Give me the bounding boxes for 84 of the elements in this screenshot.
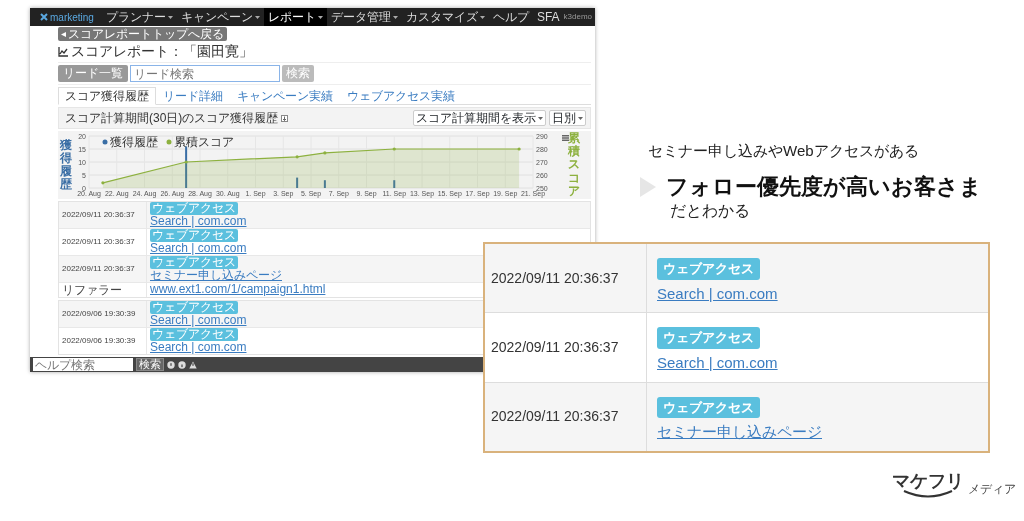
bar bbox=[323, 180, 326, 188]
table-cell: 2022/09/11 20:36:37 bbox=[59, 202, 147, 228]
legend-marker[interactable] bbox=[166, 139, 172, 145]
table-cell: 2022/09/06 19:30:39 bbox=[59, 301, 147, 327]
nav-menu-item[interactable]: レポート bbox=[263, 8, 327, 26]
headline-text: フォロー優先度が高いお客さま bbox=[666, 174, 982, 199]
menu-icon[interactable] bbox=[562, 135, 569, 141]
bar bbox=[296, 177, 299, 188]
caret-icon bbox=[392, 15, 398, 19]
search-field[interactable]: リード検索 bbox=[130, 65, 280, 82]
nav-menu-item[interactable]: SFA bbox=[532, 8, 564, 26]
link[interactable]: Search | com.com bbox=[657, 351, 778, 375]
table-cell: 2022/09/11 20:36:37 bbox=[485, 313, 647, 382]
data-point bbox=[184, 160, 188, 164]
back-link[interactable]: スコアレポートトップへ戻る bbox=[58, 27, 227, 41]
nav-menu-item[interactable]: プランナー bbox=[101, 8, 177, 26]
link[interactable]: www.ext1.com/1/campaign1.html bbox=[150, 283, 326, 296]
y-axis-label: 獲得履歴 bbox=[60, 138, 72, 192]
link[interactable]: Search | com.com bbox=[150, 215, 247, 228]
bar bbox=[185, 146, 188, 188]
link[interactable]: Search | com.com bbox=[150, 341, 247, 354]
tag: ウェブアクセス bbox=[150, 229, 238, 242]
table-cell: 2022/09/11 20:36:37 bbox=[485, 382, 647, 451]
section-title: スコア計算期間(30日)のスコア獲得履歴 bbox=[65, 110, 279, 127]
warning-icon[interactable] bbox=[189, 360, 197, 369]
chart-icon bbox=[58, 46, 68, 57]
caret-icon bbox=[254, 15, 260, 19]
table-cell: 2022/09/11 20:36:37 bbox=[59, 256, 147, 282]
download-icon[interactable] bbox=[281, 114, 289, 122]
link[interactable]: Search | com.com bbox=[150, 314, 247, 327]
dropdown-select[interactable]: 日別 bbox=[549, 110, 586, 126]
brand-subtitle: メディア bbox=[968, 481, 1016, 498]
nav-menu-item[interactable]: カスタマイズ bbox=[401, 8, 489, 26]
tag: ウェブアクセス bbox=[150, 328, 238, 341]
info-icon[interactable] bbox=[178, 360, 186, 369]
help-search-field[interactable]: ヘルプ検索 bbox=[33, 358, 133, 371]
bar bbox=[393, 180, 396, 188]
page-title: スコアレポート：「園田寛」 bbox=[71, 43, 253, 60]
data-point bbox=[392, 147, 396, 151]
tag: ウェブアクセス bbox=[150, 202, 238, 215]
nav-menu-item[interactable]: キャンペーン bbox=[176, 8, 264, 26]
dropdown-select[interactable]: スコア計算期間を表示 bbox=[413, 110, 546, 126]
tab[interactable]: ウェブアクセス実績 bbox=[340, 87, 462, 105]
tab[interactable]: スコア獲得履歴 bbox=[58, 87, 156, 105]
link[interactable]: セミナー申し込みページ bbox=[657, 421, 822, 444]
nav-menu-item[interactable]: データ管理 bbox=[326, 8, 402, 26]
question-icon[interactable] bbox=[167, 360, 175, 369]
link[interactable]: Search | com.com bbox=[150, 242, 247, 255]
tab[interactable]: キャンペーン実績 bbox=[230, 87, 340, 105]
logo[interactable]: marketing bbox=[40, 8, 94, 26]
tag: ウェブアクセス bbox=[150, 301, 238, 314]
link[interactable]: Search | com.com bbox=[657, 282, 778, 305]
back-arrow-icon bbox=[61, 31, 66, 37]
logo-icon bbox=[40, 13, 48, 21]
tag: ウェブアクセス bbox=[150, 256, 238, 269]
tag: ウェブアクセス bbox=[657, 327, 760, 349]
legend-label[interactable]: 獲得履歴 bbox=[110, 135, 158, 149]
link[interactable]: セミナー申し込みページ bbox=[150, 269, 282, 282]
user-name[interactable]: k3demo bbox=[563, 11, 593, 23]
data-point bbox=[517, 147, 521, 151]
tab[interactable]: リード詳細 bbox=[156, 87, 230, 105]
legend-label[interactable]: 累積スコア bbox=[174, 135, 234, 149]
triangle-icon bbox=[640, 176, 656, 197]
search-button[interactable]: 検索 bbox=[136, 358, 164, 371]
logo-text: marketing bbox=[50, 10, 94, 25]
table-cell: 2022/09/06 19:30:39 bbox=[59, 328, 147, 354]
y-axis-label: 累積スコア bbox=[568, 132, 580, 198]
caret-icon bbox=[167, 15, 173, 19]
caret-icon bbox=[479, 15, 485, 19]
caption-text: だとわかる bbox=[670, 200, 751, 221]
table-cell: 2022/09/11 20:36:37 bbox=[485, 244, 647, 313]
caret-icon bbox=[317, 15, 323, 19]
data-point bbox=[295, 155, 299, 159]
brand-logo: マケフリ bbox=[892, 472, 964, 490]
tag: ウェブアクセス bbox=[657, 396, 760, 419]
tag: ウェブアクセス bbox=[657, 258, 760, 280]
caret-icon bbox=[578, 116, 583, 120]
caption-text: セミナー申し込みやWebアクセスがある bbox=[648, 141, 920, 161]
table-cell: リファラー bbox=[59, 283, 147, 297]
caret-icon bbox=[538, 116, 543, 120]
legend-marker[interactable] bbox=[102, 139, 108, 145]
nav-menu-item[interactable]: ヘルプ bbox=[488, 8, 533, 26]
data-point bbox=[101, 181, 105, 185]
data-point bbox=[323, 151, 327, 155]
